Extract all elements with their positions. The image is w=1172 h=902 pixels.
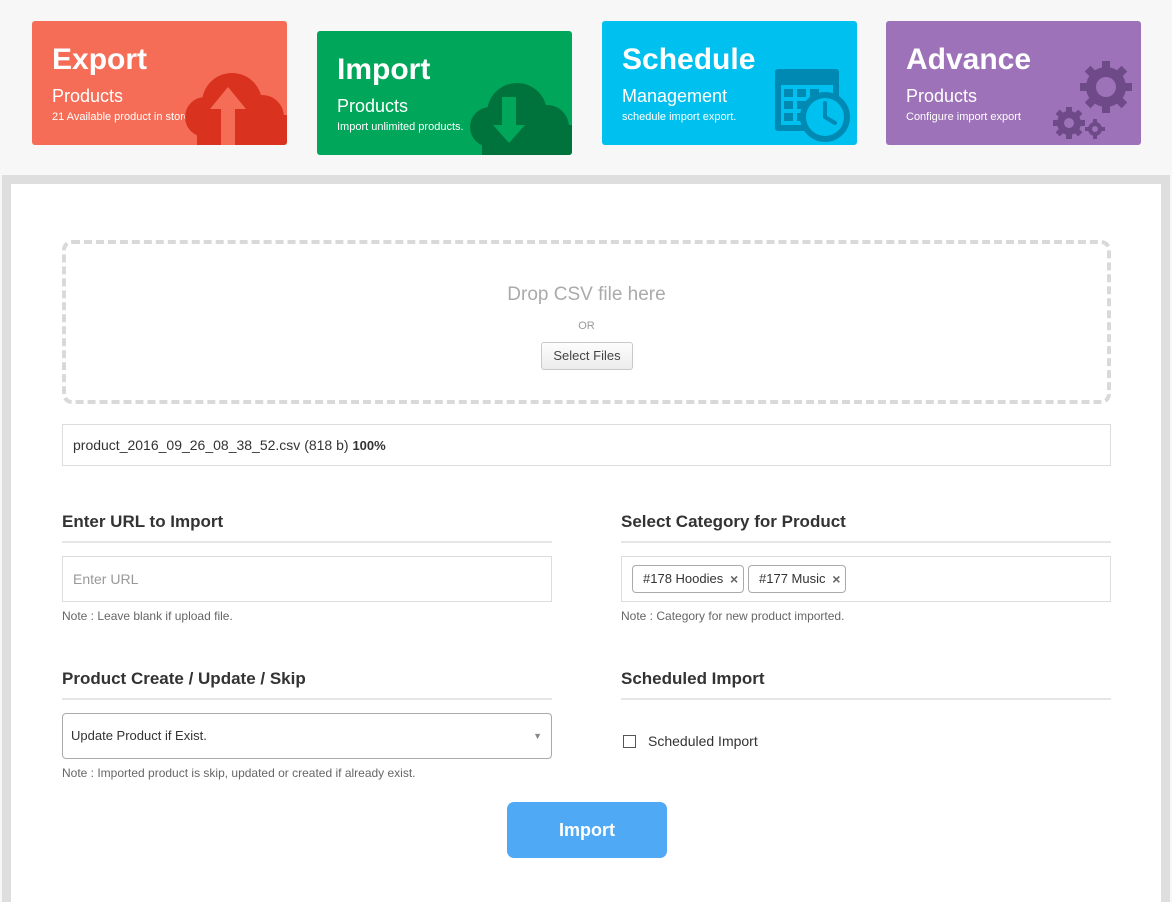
- card-title: Schedule: [622, 43, 756, 76]
- remove-tag-icon[interactable]: ×: [832, 566, 840, 592]
- card-title: Export: [52, 43, 148, 76]
- card-title: Advance: [906, 43, 1032, 76]
- calendar-clock-icon: [775, 69, 850, 142]
- cloud-download-icon: [470, 83, 572, 155]
- tag-label: #177 Music: [759, 571, 826, 586]
- card-description: 21 Available product in store.: [52, 111, 194, 123]
- advance-products-card[interactable]: Advance Products Configure import export: [886, 21, 1141, 145]
- import-panel: Drop CSV file here OR Select Files produ…: [2, 175, 1170, 902]
- url-field[interactable]: [62, 556, 552, 602]
- feature-cards: Export Products 21 Available product in …: [0, 0, 1172, 176]
- url-input[interactable]: [63, 557, 551, 601]
- scheduled-import-checkbox[interactable]: [623, 735, 636, 748]
- uploaded-file-row: product_2016_09_26_08_38_52.csv (818 b) …: [62, 424, 1111, 466]
- cloud-upload-icon: [185, 73, 287, 145]
- card-subtitle: Products: [52, 86, 124, 106]
- category-section-title: Select Category for Product: [621, 512, 1111, 543]
- checkbox-label[interactable]: Scheduled Import: [648, 733, 758, 749]
- schedule-management-card[interactable]: Schedule Management schedule import expo…: [602, 21, 857, 145]
- csv-dropzone[interactable]: Drop CSV file here OR Select Files: [62, 240, 1111, 404]
- card-subtitle: Products: [906, 86, 978, 106]
- card-description: Import unlimited products.: [337, 121, 464, 133]
- product-mode-select[interactable]: Update Product if Exist. ▼: [62, 713, 552, 759]
- chevron-down-icon: ▼: [533, 731, 542, 741]
- remove-tag-icon[interactable]: ×: [730, 566, 738, 592]
- url-note: Note : Leave blank if upload file.: [62, 609, 233, 623]
- card-subtitle: Products: [337, 96, 409, 116]
- export-products-card[interactable]: Export Products 21 Available product in …: [32, 21, 287, 145]
- selected-option: Update Product if Exist.: [71, 728, 207, 743]
- tag-label: #178 Hoodies: [643, 571, 724, 586]
- import-products-card[interactable]: Import Products Import unlimited product…: [317, 31, 572, 155]
- category-multiselect[interactable]: #178 Hoodies × #177 Music ×: [621, 556, 1111, 602]
- upload-progress: 100%: [352, 438, 386, 453]
- mode-note: Note : Imported product is skip, updated…: [62, 766, 416, 780]
- card-title: Import: [337, 53, 431, 86]
- category-tag: #178 Hoodies ×: [632, 565, 745, 593]
- schedule-section-title: Scheduled Import: [621, 669, 1111, 700]
- dropzone-or: OR: [578, 320, 595, 332]
- card-description: Configure import export: [906, 111, 1021, 123]
- file-name: product_2016_09_26_08_38_52.csv (818 b): [73, 437, 349, 453]
- import-button[interactable]: Import: [507, 802, 667, 858]
- category-note: Note : Category for new product imported…: [621, 609, 845, 623]
- select-files-button[interactable]: Select Files: [541, 342, 633, 370]
- category-tag: #177 Music ×: [748, 565, 847, 593]
- gears-icon: [1053, 61, 1132, 139]
- card-description: schedule import export.: [622, 111, 737, 123]
- card-subtitle: Management: [622, 86, 728, 106]
- dropzone-title: Drop CSV file here: [507, 284, 666, 305]
- url-section-title: Enter URL to Import: [62, 512, 552, 543]
- mode-section-title: Product Create / Update / Skip: [62, 669, 552, 700]
